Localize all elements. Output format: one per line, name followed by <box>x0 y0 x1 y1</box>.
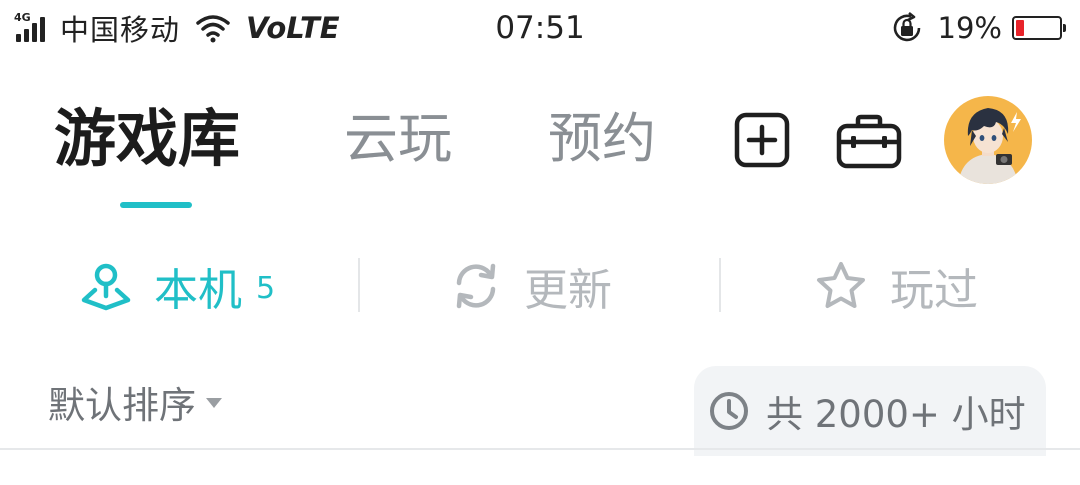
rotation-lock-icon <box>893 11 920 42</box>
subtab-updates-label: 更新 <box>524 265 612 316</box>
divider <box>358 258 360 312</box>
avatar-image <box>944 96 1032 184</box>
sub-tabs: 本机 5 更新 玩过 <box>0 250 1080 322</box>
refresh-icon <box>456 263 496 309</box>
subtab-played-label: 玩过 <box>890 265 978 316</box>
battery-percent: 19% <box>937 11 1002 45</box>
tab-reservations[interactable]: 预约 <box>548 104 656 174</box>
sort-row: 默认排序 共 2000+ 小时 <box>0 360 1080 456</box>
playtime-text: 共 2000+ 小时 <box>766 393 1026 436</box>
location-pin-icon <box>81 263 131 311</box>
sort-label: 默认排序 <box>48 384 196 427</box>
star-icon <box>817 262 865 308</box>
subtab-local-label: 本机 <box>154 265 242 316</box>
local-game-count: 5 <box>256 270 276 306</box>
tab-game-library[interactable]: 游戏库 <box>54 104 240 174</box>
toolbox-icon[interactable] <box>836 114 902 170</box>
tab-cloud-play[interactable]: 云玩 <box>344 104 452 174</box>
divider <box>719 258 721 312</box>
battery-icon <box>1012 16 1066 40</box>
add-icon[interactable] <box>734 112 790 168</box>
status-bar-right: 19% <box>890 8 1066 48</box>
status-bar: 4G 中国移动 VoLTE 07:51 19% <box>0 0 1080 58</box>
top-nav: 游戏库 云玩 预约 <box>0 80 1080 220</box>
sort-dropdown[interactable]: 默认排序 <box>48 374 222 430</box>
caret-down-icon <box>206 398 222 408</box>
avatar[interactable] <box>944 96 1032 184</box>
battery-level <box>1016 20 1024 36</box>
playtime-summary: 共 2000+ 小时 <box>694 366 1046 456</box>
subtab-played[interactable]: 玩过 <box>814 250 978 322</box>
active-tab-indicator <box>120 202 192 208</box>
subtab-local[interactable]: 本机 5 <box>80 250 275 322</box>
divider-line <box>0 448 1080 450</box>
subtab-updates[interactable]: 更新 <box>450 250 612 322</box>
clock-icon <box>710 392 748 430</box>
